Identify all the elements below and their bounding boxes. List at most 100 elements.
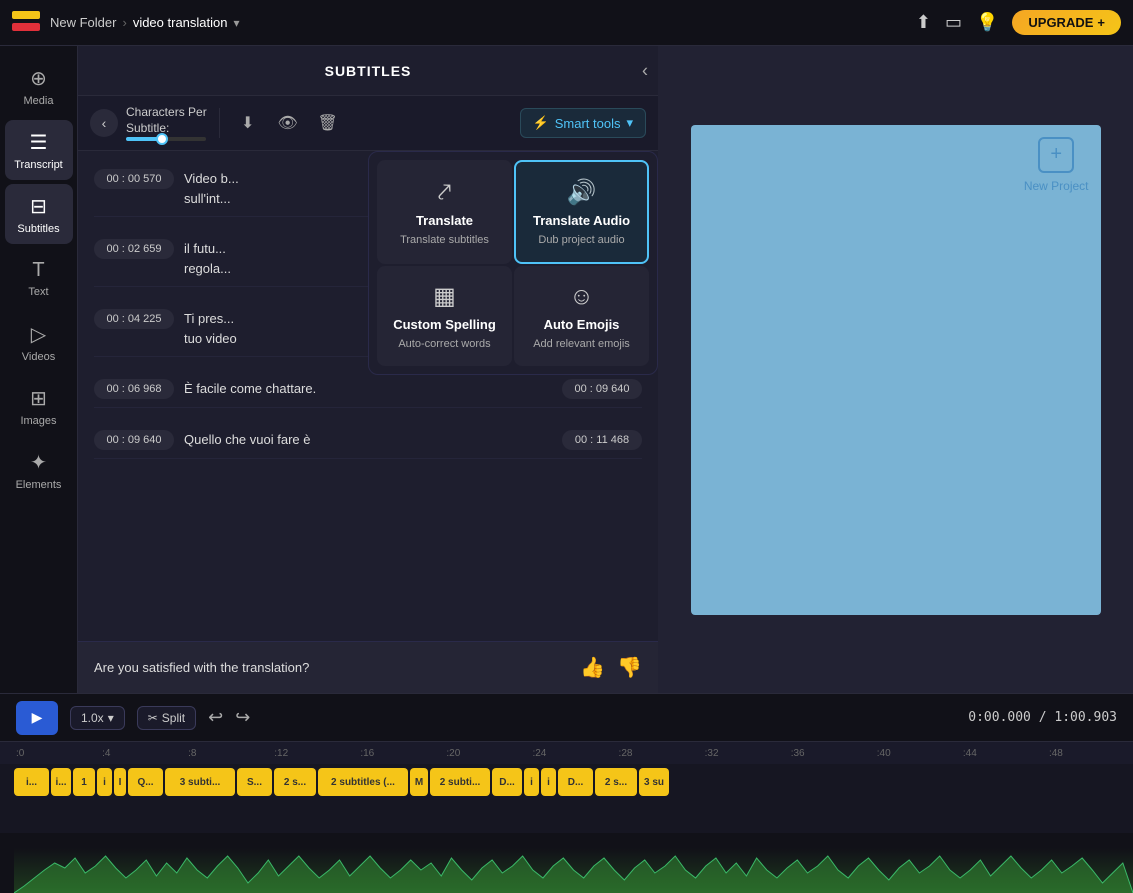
translate-audio-subtitle: Dub project audio xyxy=(538,234,624,246)
ruler-mark-8: :32 xyxy=(703,748,789,759)
ruler-mark-5: :20 xyxy=(444,748,530,759)
subtitle-item-4[interactable]: 00 : 09 640 Quello che vuoi fare è 00 : … xyxy=(94,422,642,459)
auto-emojis-subtitle: Add relevant emojis xyxy=(533,338,630,350)
bottom-area: ▶ 1.0x ▾ ✂ Split ↩ ↪ 0:00.000 / 1:00.903… xyxy=(0,693,1133,893)
clip-10[interactable]: M xyxy=(410,768,428,796)
clip-16[interactable]: 2 s... xyxy=(595,768,637,796)
slider-handle[interactable] xyxy=(156,133,168,145)
scissors-icon: ✂ xyxy=(148,711,158,725)
clip-2[interactable]: 1 xyxy=(73,768,95,796)
waveform-area xyxy=(0,833,1133,893)
clip-13[interactable]: i xyxy=(524,768,539,796)
subtitle-text-3[interactable]: È facile come chattare. xyxy=(184,379,552,399)
clip-17[interactable]: 3 su xyxy=(639,768,669,796)
waveform-svg xyxy=(14,848,1133,893)
new-project-button[interactable]: + New Project xyxy=(1024,137,1089,193)
ruler-mark-4: :16 xyxy=(358,748,444,759)
smart-tools-label: Smart tools xyxy=(555,116,621,131)
clip-6[interactable]: 3 subti... xyxy=(165,768,235,796)
clip-1[interactable]: i... xyxy=(51,768,71,796)
split-button[interactable]: ✂ Split xyxy=(137,706,196,730)
subtitle-time-start-0: 00 : 00 570 xyxy=(94,169,174,189)
thumbs-up-button[interactable]: 👍 xyxy=(580,655,605,680)
new-project-label: New Project xyxy=(1024,179,1089,193)
custom-spelling-icon: ▦ xyxy=(433,282,456,311)
transcript-icon: ☰ xyxy=(30,130,48,155)
media-icon: ⊕ xyxy=(30,66,47,91)
videos-icon: ▷ xyxy=(31,322,46,347)
panel-title: SUBTITLES xyxy=(325,63,412,79)
panel-header: SUBTITLES ‹ xyxy=(78,46,658,96)
sidebar-item-transcript[interactable]: ☰ Transcript xyxy=(5,120,73,180)
smart-tool-auto-emojis[interactable]: ☺ Auto Emojis Add relevant emojis xyxy=(514,266,649,366)
clip-0[interactable]: i... xyxy=(14,768,49,796)
subtitles-panel: SUBTITLES ‹ ‹ Characters Per Subtitle: ⬇… xyxy=(78,46,658,693)
upgrade-button[interactable]: UPGRADE + xyxy=(1012,10,1121,35)
app-logo xyxy=(12,11,40,35)
ruler-mark-12: :48 xyxy=(1047,748,1133,759)
main-layout: ⊕ Media ☰ Transcript ⊟ Subtitles T Text … xyxy=(0,46,1133,693)
clip-8[interactable]: 2 s... xyxy=(274,768,316,796)
sidebar-item-elements[interactable]: ✦ Elements xyxy=(5,440,73,500)
translate-audio-icon: 🔊 xyxy=(567,178,597,207)
subtitle-item-3[interactable]: 00 : 06 968 È facile come chattare. 00 :… xyxy=(94,371,642,408)
sidebar-item-text[interactable]: T Text xyxy=(5,248,73,308)
redo-button[interactable]: ↪ xyxy=(235,707,250,728)
sidebar-item-subtitles[interactable]: ⊟ Subtitles xyxy=(5,184,73,244)
prev-subtitle-button[interactable]: ‹ xyxy=(90,109,118,137)
thumbs-down-button[interactable]: 👎 xyxy=(617,655,642,680)
close-icon[interactable]: ‹ xyxy=(642,60,648,81)
folder-name[interactable]: New Folder xyxy=(50,15,116,30)
toolbar-left: ‹ Characters Per Subtitle: xyxy=(90,105,207,140)
clip-14[interactable]: i xyxy=(541,768,556,796)
clip-12[interactable]: D... xyxy=(492,768,522,796)
clip-4[interactable]: I xyxy=(114,768,126,796)
custom-spelling-subtitle: Auto-correct words xyxy=(398,338,490,350)
clip-3[interactable]: i xyxy=(97,768,112,796)
speed-label: 1.0x xyxy=(81,711,104,725)
chars-slider[interactable] xyxy=(126,137,206,141)
translate-icon: ⤤ xyxy=(438,179,452,207)
ruler-mark-1: :4 xyxy=(100,748,186,759)
preview-icon[interactable]: ▭ xyxy=(945,12,962,33)
clip-7[interactable]: S... xyxy=(237,768,272,796)
clip-15[interactable]: D... xyxy=(558,768,593,796)
clip-5[interactable]: Q... xyxy=(128,768,163,796)
translate-title: Translate xyxy=(416,213,473,228)
subtitle-time-end-3: 00 : 09 640 xyxy=(562,379,642,399)
subtitle-track-clips: i... i... 1 i I Q... 3 subti... S... 2 s… xyxy=(14,768,1133,796)
custom-spelling-title: Custom Spelling xyxy=(393,317,496,332)
play-button[interactable]: ▶ xyxy=(16,701,58,735)
tips-icon[interactable]: 💡 xyxy=(976,12,998,33)
smart-tool-translate[interactable]: ⤤ Translate Translate subtitles xyxy=(377,160,512,264)
subtitle-time-start-2: 00 : 04 225 xyxy=(94,309,174,329)
smart-tools-button[interactable]: ⚡ Smart tools ▾ xyxy=(520,108,646,138)
project-dropdown-icon[interactable]: ▾ xyxy=(233,16,239,30)
delete-button[interactable]: 🗑 xyxy=(312,107,344,139)
clip-11[interactable]: 2 subti... xyxy=(430,768,490,796)
sidebar-item-videos[interactable]: ▷ Videos xyxy=(5,312,73,372)
undo-button[interactable]: ↩ xyxy=(208,707,223,728)
translate-subtitle: Translate subtitles xyxy=(400,234,489,246)
timeline-tracks: i... i... 1 i I Q... 3 subti... S... 2 s… xyxy=(0,764,1133,833)
topbar: New Folder › video translation ▾ ⬆ ▭ 💡 U… xyxy=(0,0,1133,46)
speed-button[interactable]: 1.0x ▾ xyxy=(70,706,125,730)
feedback-question: Are you satisfied with the translation? xyxy=(94,660,568,675)
elements-icon: ✦ xyxy=(30,450,47,475)
upload-icon[interactable]: ⬆ xyxy=(916,12,931,33)
project-name[interactable]: video translation xyxy=(133,15,228,30)
smart-tool-translate-audio[interactable]: 🔊 Translate Audio Dub project audio xyxy=(514,160,649,264)
clip-9[interactable]: 2 subtitles (... xyxy=(318,768,408,796)
sidebar-item-images[interactable]: ⊞ Images xyxy=(5,376,73,436)
smart-tool-custom-spelling[interactable]: ▦ Custom Spelling Auto-correct words xyxy=(377,266,512,366)
ruler-mark-7: :28 xyxy=(617,748,703,759)
ruler-mark-10: :40 xyxy=(875,748,961,759)
subtitle-text-4[interactable]: Quello che vuoi fare è xyxy=(184,430,552,450)
images-icon: ⊞ xyxy=(30,386,47,411)
ruler-mark-0: :0 xyxy=(14,748,100,759)
sidebar-item-media[interactable]: ⊕ Media xyxy=(5,56,73,116)
text-icon: T xyxy=(32,259,44,282)
topbar-actions: ⬆ ▭ 💡 UPGRADE + xyxy=(916,10,1121,35)
download-button[interactable]: ⬇ xyxy=(232,107,264,139)
hide-button[interactable]: 👁 xyxy=(272,107,304,139)
